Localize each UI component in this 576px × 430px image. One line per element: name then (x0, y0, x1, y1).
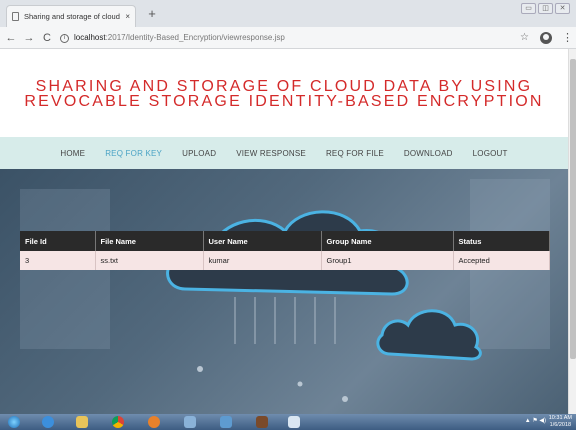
column-header-file-id: File Id (20, 231, 96, 251)
scrollbar-thumb[interactable] (570, 59, 576, 359)
taskbar-app-1[interactable] (176, 414, 204, 430)
cell-file-name: ss.txt (95, 251, 204, 270)
system-tray[interactable]: ▲ ⚑ ◀) (525, 417, 546, 424)
folder-icon (76, 416, 88, 428)
minimize-button[interactable]: ▭ (521, 3, 536, 14)
windows-logo-icon (8, 416, 20, 428)
nav-download[interactable]: DOWNLOAD (404, 149, 453, 158)
response-table: File Id File Name User Name Group Name S… (20, 231, 550, 270)
nav-home[interactable]: HOME (60, 149, 85, 158)
url-field[interactable]: i localhost:2017/Identity-Based_Encrypti… (60, 30, 510, 46)
hero-banner (0, 169, 568, 414)
nav-req-for-key[interactable]: REQ FOR KEY (105, 149, 162, 158)
restore-button[interactable]: ◫ (538, 3, 553, 14)
site-title: SHARING AND STORAGE OF CLOUD DATA BY USI… (0, 78, 568, 110)
browser-window: Sharing and storage of cloud da × + ▭ ◫ … (0, 0, 576, 430)
cell-user-name: kumar (203, 251, 322, 270)
site-title-line-1: SHARING AND STORAGE OF CLOUD DATA BY USI… (35, 78, 533, 95)
close-tab-icon[interactable]: × (125, 12, 130, 21)
clock-date: 1/6/2018 (549, 422, 572, 428)
taskbar-explorer[interactable] (68, 414, 96, 430)
tab-strip: Sharing and storage of cloud da × + ▭ ◫ … (0, 0, 576, 27)
back-button[interactable]: ← (4, 30, 18, 46)
table-header-row: File Id File Name User Name Group Name S… (20, 231, 550, 251)
cell-file-id: 3 (20, 251, 96, 270)
nav-view-response[interactable]: VIEW RESPONSE (236, 149, 306, 158)
close-window-button[interactable]: ✕ (555, 3, 570, 14)
account-icon[interactable] (540, 32, 552, 44)
taskbar-media[interactable] (140, 414, 168, 430)
app-icon (220, 416, 232, 428)
taskbar-app-2[interactable] (212, 414, 240, 430)
table-row: 3 ss.txt kumar Group1 Accepted (20, 251, 550, 270)
address-bar: ← → C i localhost:2017/Identity-Based_En… (0, 27, 576, 49)
column-header-user-name: User Name (203, 231, 322, 251)
site-info-icon[interactable]: i (60, 33, 69, 43)
nav-req-for-file[interactable]: REQ FOR FILE (326, 149, 384, 158)
taskbar-app-4[interactable] (280, 414, 308, 430)
page-icon (12, 12, 19, 21)
new-tab-button[interactable]: + (144, 6, 160, 22)
column-header-group-name: Group Name (321, 231, 454, 251)
taskbar-chrome[interactable] (104, 414, 132, 430)
cell-group-name: Group1 (321, 251, 454, 270)
reload-button[interactable]: C (40, 30, 54, 46)
media-player-icon (148, 416, 160, 428)
chrome-icon (112, 416, 124, 428)
column-header-file-name: File Name (95, 231, 204, 251)
cell-status: Accepted (453, 251, 550, 270)
main-nav: HOME REQ FOR KEY UPLOAD VIEW RESPONSE RE… (0, 137, 568, 169)
taskbar-ie[interactable] (34, 414, 62, 430)
browser-menu-icon[interactable]: ⋮ (562, 30, 573, 46)
url-host: localhost (74, 33, 106, 42)
bookmark-star-icon[interactable]: ☆ (520, 30, 529, 46)
web-page: SHARING AND STORAGE OF CLOUD DATA BY USI… (0, 49, 568, 414)
window-controls: ▭ ◫ ✕ (521, 3, 570, 14)
forward-button[interactable]: → (22, 30, 36, 46)
column-header-status: Status (453, 231, 550, 251)
browser-tab[interactable]: Sharing and storage of cloud da × (6, 5, 136, 27)
windows-taskbar: ▲ ⚑ ◀) 10:31 AM 1/6/2018 (0, 414, 576, 430)
clock[interactable]: 10:31 AM 1/6/2018 (549, 415, 572, 429)
app-icon (256, 416, 268, 428)
page-scrollbar[interactable] (568, 49, 576, 414)
tab-title: Sharing and storage of cloud da (24, 12, 121, 21)
nav-logout[interactable]: LOGOUT (473, 149, 508, 158)
internet-explorer-icon (42, 416, 54, 428)
start-button[interactable] (0, 414, 28, 430)
app-icon (288, 416, 300, 428)
url-path: :2017/Identity-Based_Encryption/viewresp… (105, 33, 285, 42)
nav-upload[interactable]: UPLOAD (182, 149, 216, 158)
app-icon (184, 416, 196, 428)
taskbar-app-3[interactable] (248, 414, 276, 430)
site-title-line-2: REVOCABLE STORAGE IDENTITY-BASED ENCRYPT… (24, 93, 544, 110)
clock-time: 10:31 AM (548, 415, 572, 421)
cloud-illustration (20, 179, 550, 402)
